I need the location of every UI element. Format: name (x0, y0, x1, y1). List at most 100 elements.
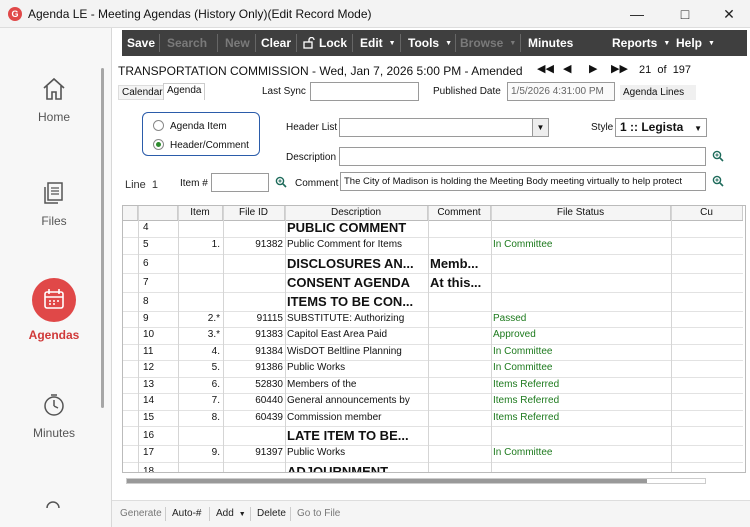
comment-field[interactable]: The City of Madison is holding the Meeti… (340, 172, 706, 191)
tab-calendar[interactable]: Calendar (118, 85, 167, 100)
zoom-icon[interactable] (275, 176, 287, 188)
edit-menu[interactable]: Edit ▼ (360, 30, 396, 56)
grid-horizontal-scrollbar[interactable] (126, 478, 706, 484)
zoom-icon[interactable] (712, 175, 724, 187)
item-cell: 6. (211, 378, 220, 390)
comment-cell (428, 327, 491, 344)
file-id-cell: 60439 (255, 411, 283, 423)
reports-menu[interactable]: Reports ▼ (612, 30, 670, 56)
record-total: 197 (672, 64, 692, 76)
file-status-cell: In Committee (493, 239, 553, 250)
auto-number-button[interactable]: Auto-# (172, 508, 201, 519)
sidebar-item-files[interactable]: Files (0, 180, 108, 228)
sidebar-item-minutes[interactable]: Minutes (0, 392, 108, 440)
maximize-button[interactable]: □ (662, 0, 708, 28)
published-date-label: Published Date (433, 86, 501, 97)
table-row[interactable]: 5 1. 91382 Public Comment for Items In Commi… (123, 237, 743, 254)
published-date-field[interactable]: 1/5/2026 4:31:00 PM (507, 82, 615, 101)
go-to-file-button[interactable]: Go to File (297, 508, 340, 519)
bottom-action-bar: Generate Auto-# Add ▼ Delete Go to File (112, 500, 750, 527)
comment-cell (428, 360, 491, 377)
line-cell: 16 (143, 430, 155, 441)
agenda-item-radio[interactable] (153, 120, 164, 131)
file-status-cell: Items Referred (493, 411, 560, 423)
last-sync-field[interactable] (310, 82, 419, 101)
header-list-dropdown[interactable]: ▼ (339, 118, 549, 137)
table-row[interactable]: 15 8. 60439 Commission member Items Referred (123, 410, 743, 427)
search-button[interactable]: Search (167, 30, 207, 56)
files-icon (44, 182, 63, 204)
table-row[interactable]: 9 2.* 91115 SUBSTITUTE: Authorizing Passed (123, 311, 743, 328)
table-row[interactable]: 17 9. 91397 Public Works In Committee (123, 445, 743, 462)
tools-menu-label: Tools (408, 36, 440, 50)
toolbar-divider (455, 34, 456, 52)
tools-menu[interactable]: Tools ▼ (408, 30, 452, 56)
minimize-button[interactable]: — (614, 0, 660, 28)
sidebar-scrollbar[interactable] (101, 68, 104, 408)
table-row[interactable]: 10 3.* 91383 Capitol East Area Paid Approved (123, 327, 743, 344)
file-id-cell: 60440 (255, 395, 283, 406)
browse-menu[interactable]: Browse ▼ (460, 30, 516, 56)
minutes-button[interactable]: Minutes (528, 30, 573, 56)
item-number-field[interactable] (211, 173, 269, 192)
new-button[interactable]: New (225, 30, 250, 56)
table-row[interactable]: 4 PUBLIC COMMENT (123, 218, 743, 237)
record-of-label: of (657, 64, 667, 76)
description-cell: WisDOT Beltline Planning (287, 345, 402, 357)
file-status-cell: Passed (493, 312, 527, 324)
add-menu[interactable]: Add ▼ (216, 508, 246, 519)
sidebar-item-home[interactable]: Home (0, 76, 108, 124)
sidebar-item-agendas[interactable]: Agendas (0, 278, 108, 342)
app-logo-icon: G (8, 7, 22, 21)
generate-button[interactable]: Generate (120, 508, 162, 519)
comment-cell (428, 292, 491, 311)
grid-divider (178, 206, 179, 472)
item-cell (178, 462, 223, 473)
item-cell: 5. (211, 362, 220, 373)
file-id-cell: 91115 (256, 312, 283, 324)
next-record-icon[interactable]: ▶ (589, 62, 597, 75)
first-record-icon[interactable]: ◀◀ (537, 62, 554, 75)
last-record-icon[interactable]: ▶▶ (611, 62, 628, 75)
table-row[interactable]: 11 4. 91384 WisDOT Beltline Planning In Comm… (123, 344, 743, 361)
help-menu[interactable]: Help ▼ (676, 30, 715, 56)
table-row[interactable]: 8 ITEMS TO BE CON... (123, 292, 743, 311)
tab-agenda[interactable]: Agenda (163, 83, 206, 100)
record-position: 21 of 197 (639, 64, 691, 76)
save-button[interactable]: Save (127, 30, 155, 56)
file-id-cell (223, 218, 285, 237)
table-row[interactable]: 18 ADJOURNMENT (123, 462, 743, 473)
zoom-icon[interactable] (712, 150, 724, 162)
file-status-cell (491, 462, 671, 473)
close-button[interactable]: ✕ (706, 0, 750, 28)
edit-menu-label: Edit (360, 36, 383, 50)
file-id-cell (223, 254, 285, 273)
comment-label: Comment (295, 178, 339, 189)
clear-button[interactable]: Clear (261, 30, 291, 56)
header-comment-radio[interactable] (153, 139, 164, 150)
table-row[interactable]: 13 6. 52830 Members of the Items Referred (123, 377, 743, 394)
file-id-cell: 91386 (255, 362, 283, 373)
lock-button[interactable]: Lock (319, 30, 347, 56)
window-title: Agenda LE - Meeting Agendas (History Onl… (28, 7, 372, 21)
description-field[interactable] (339, 147, 706, 166)
line-cell: 14 (143, 395, 155, 406)
table-row[interactable]: 16 LATE ITEM TO BE... (123, 426, 743, 445)
description-cell: DISCLOSURES AN... (287, 255, 414, 271)
agenda-item-radio-label: Agenda Item (170, 121, 227, 132)
prev-record-icon[interactable]: ◀ (563, 62, 571, 75)
style-dropdown[interactable]: 1 :: Legista ▼ (615, 118, 707, 137)
table-row[interactable]: 14 7. 60440 General announcements by Items R… (123, 393, 743, 410)
item-cell (178, 273, 223, 292)
table-row[interactable]: 6 DISCLOSURES AN... Memb... (123, 254, 743, 273)
file-id-cell (223, 273, 285, 292)
scrollbar-thumb[interactable] (127, 479, 647, 483)
comment-cell (428, 410, 491, 427)
table-row[interactable]: 12 5. 91386 Public Works In Committee (123, 360, 743, 377)
toolbar-divider (296, 34, 297, 52)
table-row[interactable]: 7 CONSENT AGENDA At this... (123, 273, 743, 292)
file-status-cell (491, 426, 671, 445)
line-cell: 7 (143, 276, 149, 288)
delete-button[interactable]: Delete (257, 508, 286, 519)
sidebar-item-label: Agendas (28, 328, 80, 342)
